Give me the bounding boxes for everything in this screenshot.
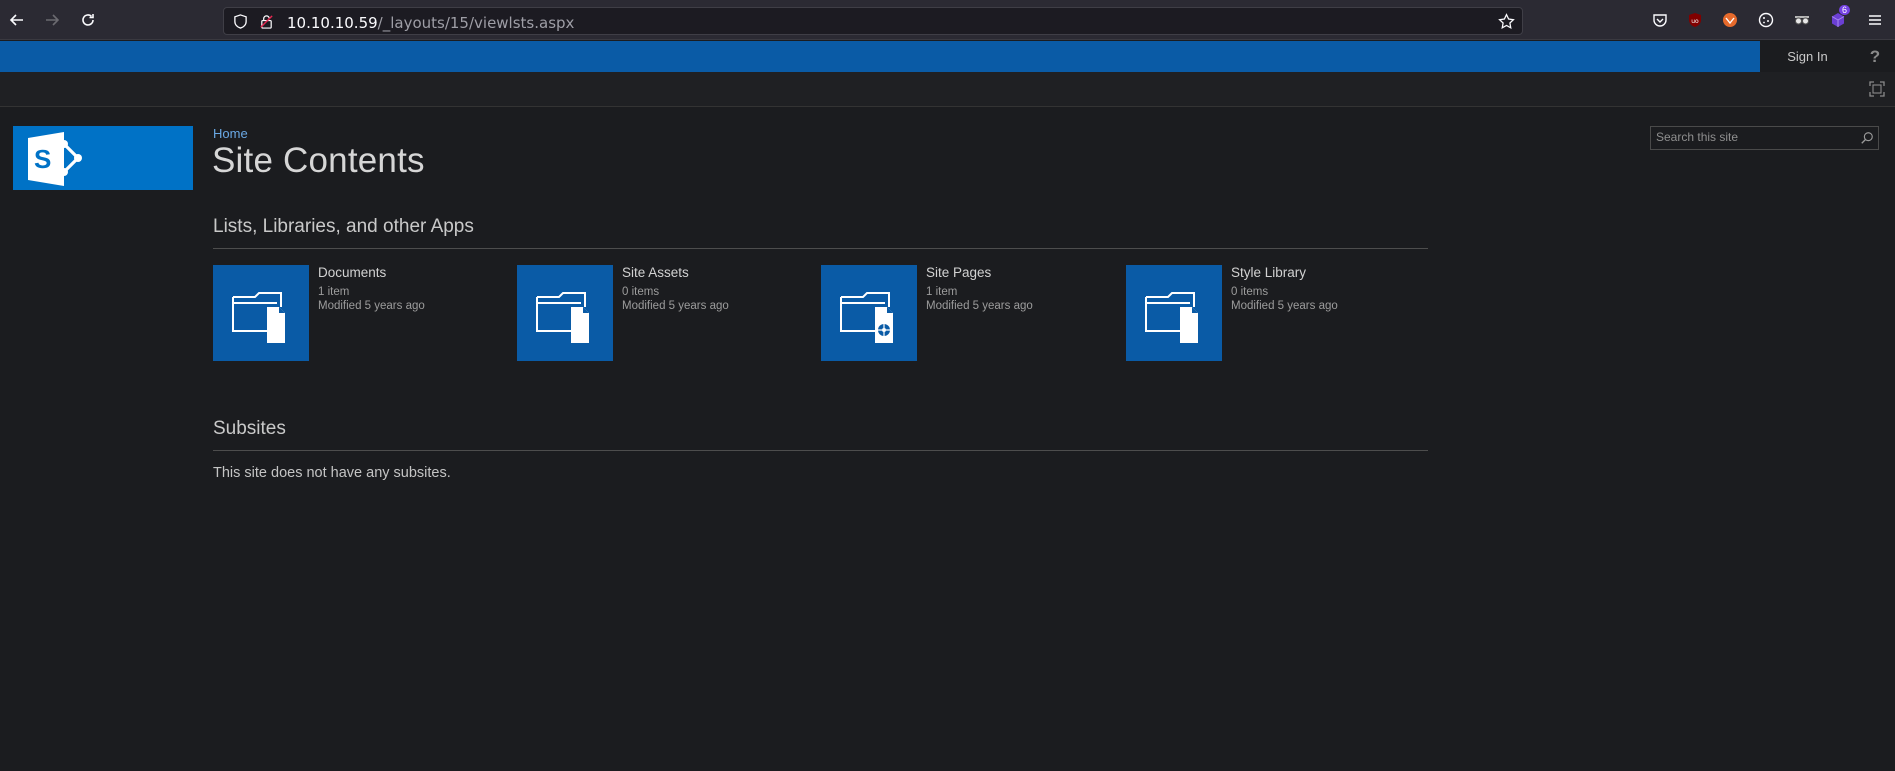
- app-tile-documents: Documents 1 item Modified 5 years ago: [213, 265, 503, 361]
- tile-item-count: 1 item: [318, 286, 350, 298]
- search-placeholder: Search this site: [1656, 130, 1739, 144]
- search-icon[interactable]: [1860, 131, 1874, 145]
- tile-name[interactable]: Documents: [318, 265, 386, 280]
- ublock-button[interactable]: uo: [1685, 10, 1705, 30]
- tile-item-count: 1 item: [926, 286, 958, 298]
- ribbon-bar: [0, 72, 1895, 107]
- document-library-icon: [1145, 292, 1198, 343]
- forward-button[interactable]: [41, 9, 63, 31]
- back-button[interactable]: [6, 9, 28, 31]
- sign-in-area: Sign In: [1760, 41, 1855, 72]
- tile-icon-button[interactable]: [821, 265, 917, 361]
- foxyproxy-button[interactable]: [1720, 10, 1740, 30]
- app-tile-site-pages: Site Pages 1 item Modified 5 years ago: [821, 265, 1111, 361]
- suite-bar: Sign In ?: [0, 41, 1895, 72]
- fox-icon: [1723, 13, 1737, 27]
- subsites-section-heading: Subsites: [213, 418, 286, 439]
- breadcrumb-home[interactable]: Home: [213, 126, 248, 141]
- tile-modified: Modified 5 years ago: [1231, 300, 1338, 312]
- app-tile-site-assets: Site Assets 0 items Modified 5 years ago: [517, 265, 807, 361]
- extension-badge: 6: [1839, 5, 1851, 15]
- cookie-icon: [1758, 12, 1774, 28]
- app-menu-button[interactable]: [1865, 10, 1885, 30]
- back-arrow-icon: [9, 14, 23, 26]
- tile-icon-button[interactable]: [1126, 265, 1222, 361]
- url-text: 10.10.10.59/_layouts/15/viewlsts.aspx: [287, 14, 574, 32]
- page-title: Site Contents: [212, 141, 425, 180]
- page-library-icon: [840, 292, 893, 343]
- svg-text:uo: uo: [1691, 18, 1699, 25]
- focus-on-content-icon[interactable]: [1869, 81, 1885, 97]
- address-bar[interactable]: 10.10.10.59/_layouts/15/viewlsts.aspx: [223, 7, 1523, 35]
- insecure-lock-icon[interactable]: [259, 14, 274, 29]
- ublock-icon: uo: [1689, 13, 1701, 27]
- svg-text:S: S: [34, 144, 51, 174]
- forward-arrow-icon: [46, 14, 60, 26]
- url-host: 10.10.10.59: [287, 14, 378, 32]
- tile-item-count: 0 items: [622, 286, 660, 298]
- document-library-icon: [536, 292, 589, 343]
- tile-icon-button[interactable]: [517, 265, 613, 361]
- apps-section-heading: Lists, Libraries, and other Apps: [213, 216, 474, 237]
- tile-name[interactable]: Style Library: [1231, 265, 1306, 280]
- hacktools-button[interactable]: 6: [1828, 5, 1851, 30]
- spy-glasses-icon: [1795, 16, 1809, 25]
- site-logo[interactable]: S: [13, 126, 193, 190]
- tile-icon-button[interactable]: [213, 265, 309, 361]
- sharepoint-logo-icon: S: [28, 132, 82, 186]
- tile-item-count: 0 items: [1231, 286, 1269, 298]
- tile-name[interactable]: Site Pages: [926, 265, 991, 280]
- help-icon[interactable]: ?: [1870, 47, 1880, 67]
- document-library-icon: [232, 292, 285, 343]
- cookie-editor-button[interactable]: [1756, 10, 1776, 30]
- hamburger-menu-icon: [1869, 15, 1881, 25]
- tile-name[interactable]: Site Assets: [622, 265, 689, 280]
- tile-modified: Modified 5 years ago: [622, 300, 729, 312]
- subsites-section-divider: [213, 450, 1428, 451]
- subsites-empty-message: This site does not have any subsites.: [213, 465, 451, 481]
- help-area: ?: [1855, 41, 1895, 72]
- search-input[interactable]: Search this site: [1650, 126, 1879, 150]
- url-path: /_layouts/15/viewlsts.aspx: [377, 14, 575, 32]
- sign-in-link[interactable]: Sign In: [1787, 49, 1827, 64]
- pocket-icon: [1653, 14, 1667, 27]
- wappalyzer-button[interactable]: [1792, 10, 1812, 30]
- shield-icon: [234, 14, 247, 29]
- tile-modified: Modified 5 years ago: [318, 300, 425, 312]
- browser-toolbar: 10.10.10.59/_layouts/15/viewlsts.aspx uo…: [0, 0, 1895, 40]
- reload-button[interactable]: [77, 9, 99, 31]
- reload-icon: [82, 14, 94, 26]
- app-tile-style-library: Style Library 0 items Modified 5 years a…: [1126, 265, 1416, 361]
- tile-modified: Modified 5 years ago: [926, 300, 1033, 312]
- bookmark-star-icon[interactable]: [1498, 13, 1515, 30]
- apps-section-divider: [213, 248, 1428, 249]
- pocket-button[interactable]: [1650, 10, 1670, 30]
